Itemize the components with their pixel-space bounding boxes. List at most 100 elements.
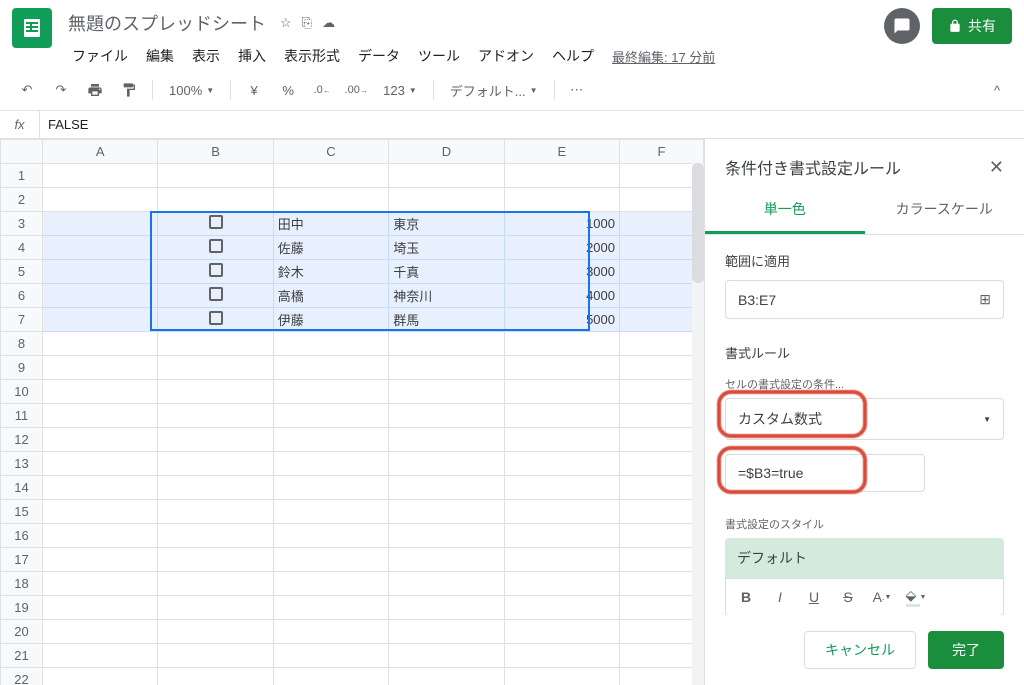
row-header[interactable]: 2 [1, 188, 43, 212]
cancel-button[interactable]: キャンセル [804, 631, 916, 669]
cell[interactable] [504, 548, 619, 572]
row-header[interactable]: 7 [1, 308, 43, 332]
cell[interactable] [158, 356, 273, 380]
formula-input[interactable]: FALSE [40, 117, 1024, 132]
cell[interactable] [158, 284, 273, 308]
cell[interactable] [158, 644, 273, 668]
cell[interactable] [504, 380, 619, 404]
cell[interactable] [158, 308, 273, 332]
cell[interactable] [389, 476, 504, 500]
row-header[interactable]: 19 [1, 596, 43, 620]
cell[interactable] [504, 476, 619, 500]
collapse-icon[interactable]: ^ [982, 76, 1012, 104]
cell[interactable] [504, 404, 619, 428]
cell[interactable] [42, 236, 157, 260]
undo-icon[interactable]: ↶ [12, 76, 42, 104]
cell[interactable] [620, 500, 704, 524]
cell[interactable] [42, 380, 157, 404]
cell[interactable] [42, 212, 157, 236]
sheets-logo[interactable] [12, 8, 52, 48]
checkbox-icon[interactable] [209, 239, 223, 253]
cell[interactable] [273, 188, 388, 212]
document-title[interactable]: 無題のスプレッドシート [64, 8, 270, 38]
cell[interactable] [620, 452, 704, 476]
italic-icon[interactable]: I [764, 583, 796, 611]
cell[interactable] [389, 380, 504, 404]
menu-file[interactable]: ファイル [64, 42, 136, 70]
cell[interactable] [158, 236, 273, 260]
cell[interactable] [42, 452, 157, 476]
cell[interactable] [42, 644, 157, 668]
cell[interactable] [42, 428, 157, 452]
cell[interactable] [389, 524, 504, 548]
share-button[interactable]: 共有 [932, 8, 1012, 44]
currency-icon[interactable]: ¥ [239, 76, 269, 104]
cell[interactable] [42, 260, 157, 284]
comments-icon[interactable] [884, 8, 920, 44]
cell[interactable] [273, 452, 388, 476]
cell[interactable] [273, 500, 388, 524]
select-range-icon[interactable]: ⊞ [979, 291, 991, 308]
more-icon[interactable]: ⋯ [563, 76, 593, 104]
tab-single-color[interactable]: 単一色 [705, 187, 865, 234]
row-header[interactable]: 21 [1, 644, 43, 668]
vertical-scrollbar[interactable] [692, 163, 704, 685]
cell[interactable] [504, 188, 619, 212]
cell[interactable] [42, 548, 157, 572]
cell[interactable] [504, 620, 619, 644]
cell[interactable] [158, 596, 273, 620]
menu-data[interactable]: データ [350, 42, 408, 70]
cell[interactable] [273, 668, 388, 685]
menu-help[interactable]: ヘルプ [544, 42, 602, 70]
cell[interactable] [158, 500, 273, 524]
cell[interactable] [42, 332, 157, 356]
range-input[interactable]: B3:E7 ⊞ [725, 280, 1004, 319]
cell[interactable] [158, 164, 273, 188]
cell[interactable] [273, 620, 388, 644]
checkbox-icon[interactable] [209, 311, 223, 325]
cell[interactable] [620, 404, 704, 428]
row-header[interactable]: 1 [1, 164, 43, 188]
cell[interactable] [620, 572, 704, 596]
cell[interactable] [620, 620, 704, 644]
cell[interactable] [273, 404, 388, 428]
cell[interactable] [42, 668, 157, 685]
cell[interactable] [158, 476, 273, 500]
column-header[interactable]: E [504, 140, 619, 164]
menu-edit[interactable]: 編集 [138, 42, 182, 70]
cell[interactable] [158, 260, 273, 284]
cell[interactable] [620, 284, 704, 308]
cell[interactable] [389, 668, 504, 685]
increase-decimal-icon[interactable]: .00→ [341, 76, 371, 104]
cell[interactable] [620, 332, 704, 356]
cell[interactable] [273, 572, 388, 596]
cell[interactable]: 田中 [273, 212, 388, 236]
cell[interactable] [42, 500, 157, 524]
cell[interactable]: 佐藤 [273, 236, 388, 260]
cell[interactable] [42, 356, 157, 380]
cell[interactable] [504, 572, 619, 596]
cell[interactable] [158, 524, 273, 548]
cell[interactable] [389, 188, 504, 212]
cell[interactable] [389, 452, 504, 476]
cell[interactable] [389, 164, 504, 188]
row-header[interactable]: 16 [1, 524, 43, 548]
cell[interactable] [389, 620, 504, 644]
cell[interactable] [620, 212, 704, 236]
cell[interactable]: 群馬 [389, 308, 504, 332]
cell[interactable] [273, 428, 388, 452]
strikethrough-icon[interactable]: S [832, 583, 864, 611]
row-header[interactable]: 11 [1, 404, 43, 428]
cell[interactable] [158, 404, 273, 428]
checkbox-icon[interactable] [209, 263, 223, 277]
cell[interactable] [620, 380, 704, 404]
cell[interactable] [389, 500, 504, 524]
row-header[interactable]: 9 [1, 356, 43, 380]
bold-icon[interactable]: B [730, 583, 762, 611]
row-header[interactable]: 12 [1, 428, 43, 452]
last-edit-link[interactable]: 最終編集: 17 分前 [612, 47, 715, 66]
cell[interactable] [620, 548, 704, 572]
cell[interactable] [273, 524, 388, 548]
cell[interactable] [504, 644, 619, 668]
cell[interactable] [504, 356, 619, 380]
